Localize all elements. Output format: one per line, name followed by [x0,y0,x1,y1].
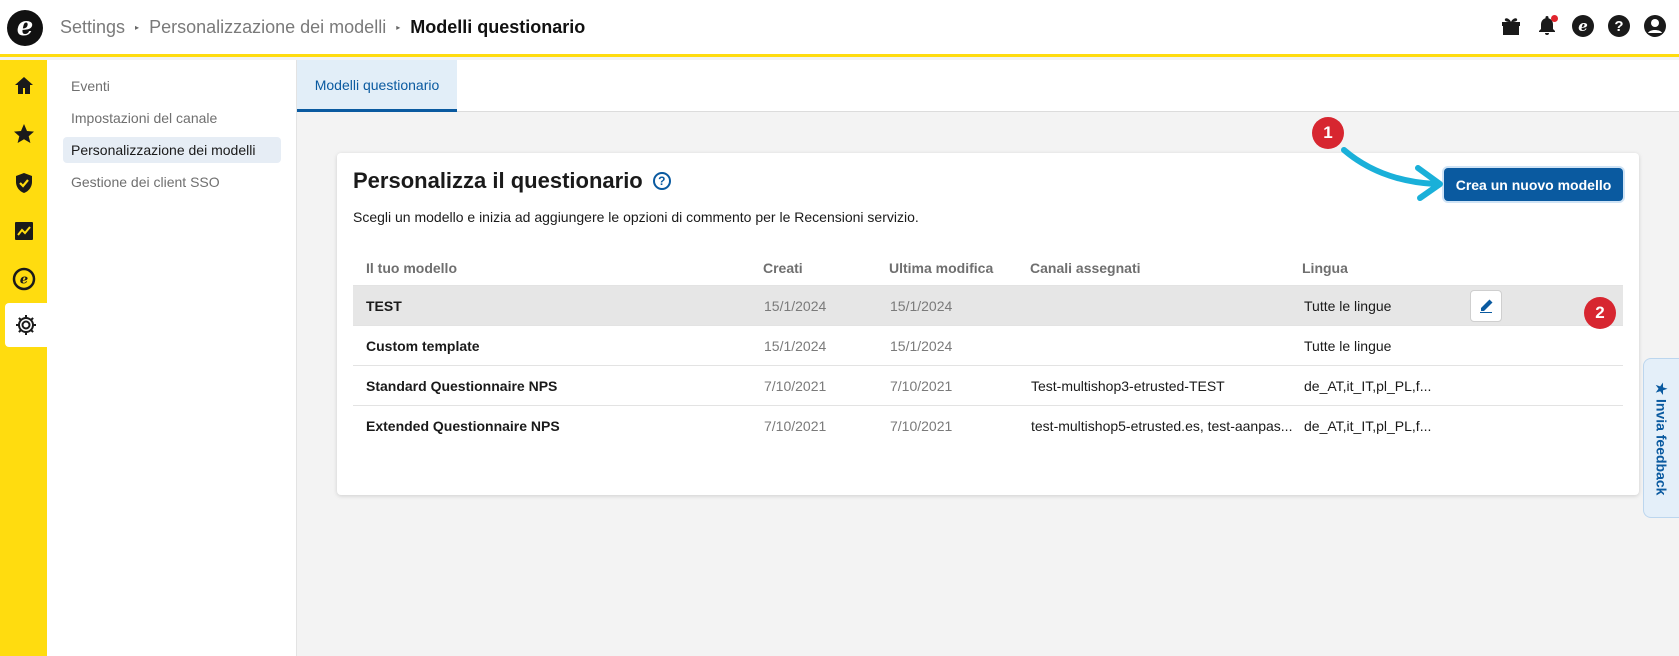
edit-button[interactable] [1470,290,1502,322]
language: de_AT,it_IT,pl_PL,f... [1304,418,1432,434]
templates-table: Il tuo modello Creati Ultima modifica Ca… [353,248,1623,446]
language: de_AT,it_IT,pl_PL,f... [1304,378,1432,394]
header-template[interactable]: Il tuo modello [366,260,457,276]
breadcrumb-template-customization[interactable]: Personalizzazione dei modelli [149,17,386,38]
rail-brand[interactable]: e [0,257,47,301]
card-description: Scegli un modello e inizia ad aggiungere… [353,209,919,225]
top-bar: e Settings ▸ Personalizzazione dei model… [0,0,1679,57]
svg-text:?: ? [1614,18,1623,35]
settings-subnav: Eventi Impostazioni del canale Personali… [47,60,297,656]
template-name[interactable]: Extended Questionnaire NPS [366,418,560,434]
breadcrumb-separator: ▸ [135,23,140,32]
gift-icon[interactable] [1499,14,1523,38]
header-language: Lingua [1302,260,1348,276]
subnav-item-channel-settings[interactable]: Impostazioni del canale [63,105,281,131]
rail-analytics[interactable] [0,209,47,253]
page-title: Modelli questionario [410,17,586,37]
card-title-text: Personalizza il questionario [353,168,643,193]
modified-date: 15/1/2024 [890,338,953,354]
subnav-item-sso-clients[interactable]: Gestione dei client SSO [63,169,281,195]
help-icon[interactable]: ? [1607,14,1631,38]
header-channels: Canali assegnati [1030,260,1141,276]
annotation-badge-2: 2 [1584,297,1616,329]
account-icon[interactable] [1643,14,1667,38]
assigned-channels: Test-multishop3-etrusted-TEST [1031,378,1225,394]
top-icons: e ? [1499,14,1667,38]
rail-reviews[interactable] [0,112,47,156]
notification-dot [1551,15,1558,22]
table-header: Il tuo modello Creati Ultima modifica Ca… [353,248,1623,286]
created-date: 7/10/2021 [764,418,827,434]
table-row[interactable]: Custom template 15/1/2024 15/1/2024 Tutt… [353,326,1623,366]
table-row[interactable]: Extended Questionnaire NPS 7/10/2021 7/1… [353,406,1623,446]
created-date: 15/1/2024 [764,338,827,354]
table-row[interactable]: Standard Questionnaire NPS 7/10/2021 7/1… [353,366,1623,406]
template-name[interactable]: Standard Questionnaire NPS [366,378,557,394]
pencil-icon [1480,299,1493,313]
header-modified[interactable]: Ultima modifica [889,260,993,276]
shield-check-icon [15,173,32,193]
modified-date: 7/10/2021 [890,378,953,394]
main-content: Modelli questionario Personalizza il que… [297,60,1679,656]
card-title: Personalizza il questionario ? [353,168,671,194]
bell-icon[interactable] [1535,14,1559,38]
brand-icon: e [12,267,35,291]
analytics-icon [14,222,33,240]
modified-date: 15/1/2024 [890,298,953,314]
breadcrumb-separator: ▸ [396,23,401,32]
logo-glyph: e [16,11,34,42]
home-icon [14,77,33,94]
left-rail: e [0,60,47,656]
svg-text:e: e [19,273,27,288]
create-template-button[interactable]: Crea un nuovo modello [1444,168,1623,201]
assigned-channels: test-multishop5-etrusted.es, test-aanpas… [1031,418,1293,434]
header-created[interactable]: Creati [763,260,803,276]
feedback-label: ★ Invia feedback [1653,382,1670,496]
breadcrumb: Settings ▸ Personalizzazione dei modelli… [60,17,585,38]
subnav-item-template-customization[interactable]: Personalizzazione dei modelli [63,137,281,163]
gear-icon [16,315,36,335]
help-icon[interactable]: ? [652,172,671,190]
subnav-item-events[interactable]: Eventi [63,73,281,99]
language: Tutte le lingue [1304,298,1392,314]
created-date: 7/10/2021 [764,378,827,394]
modified-date: 7/10/2021 [890,418,953,434]
star-icon [13,124,34,143]
tab-questionnaire-templates[interactable]: Modelli questionario [297,60,457,112]
svg-text:e: e [1578,17,1588,35]
brand-icon[interactable]: e [1571,14,1595,38]
template-name[interactable]: TEST [366,298,402,314]
rail-trustmark[interactable] [0,161,47,205]
table-row[interactable]: TEST 15/1/2024 15/1/2024 Tutte le lingue [353,286,1623,326]
breadcrumb-settings[interactable]: Settings [60,17,125,38]
annotation-arrow [1341,147,1443,201]
feedback-tab[interactable]: ★ Invia feedback [1643,358,1679,518]
brand-logo[interactable]: e [7,10,43,46]
created-date: 15/1/2024 [764,298,827,314]
rail-settings[interactable] [5,303,47,347]
rail-home[interactable] [0,64,47,108]
template-name[interactable]: Custom template [366,338,480,354]
language: Tutte le lingue [1304,338,1392,354]
tab-bar: Modelli questionario [297,60,1679,112]
